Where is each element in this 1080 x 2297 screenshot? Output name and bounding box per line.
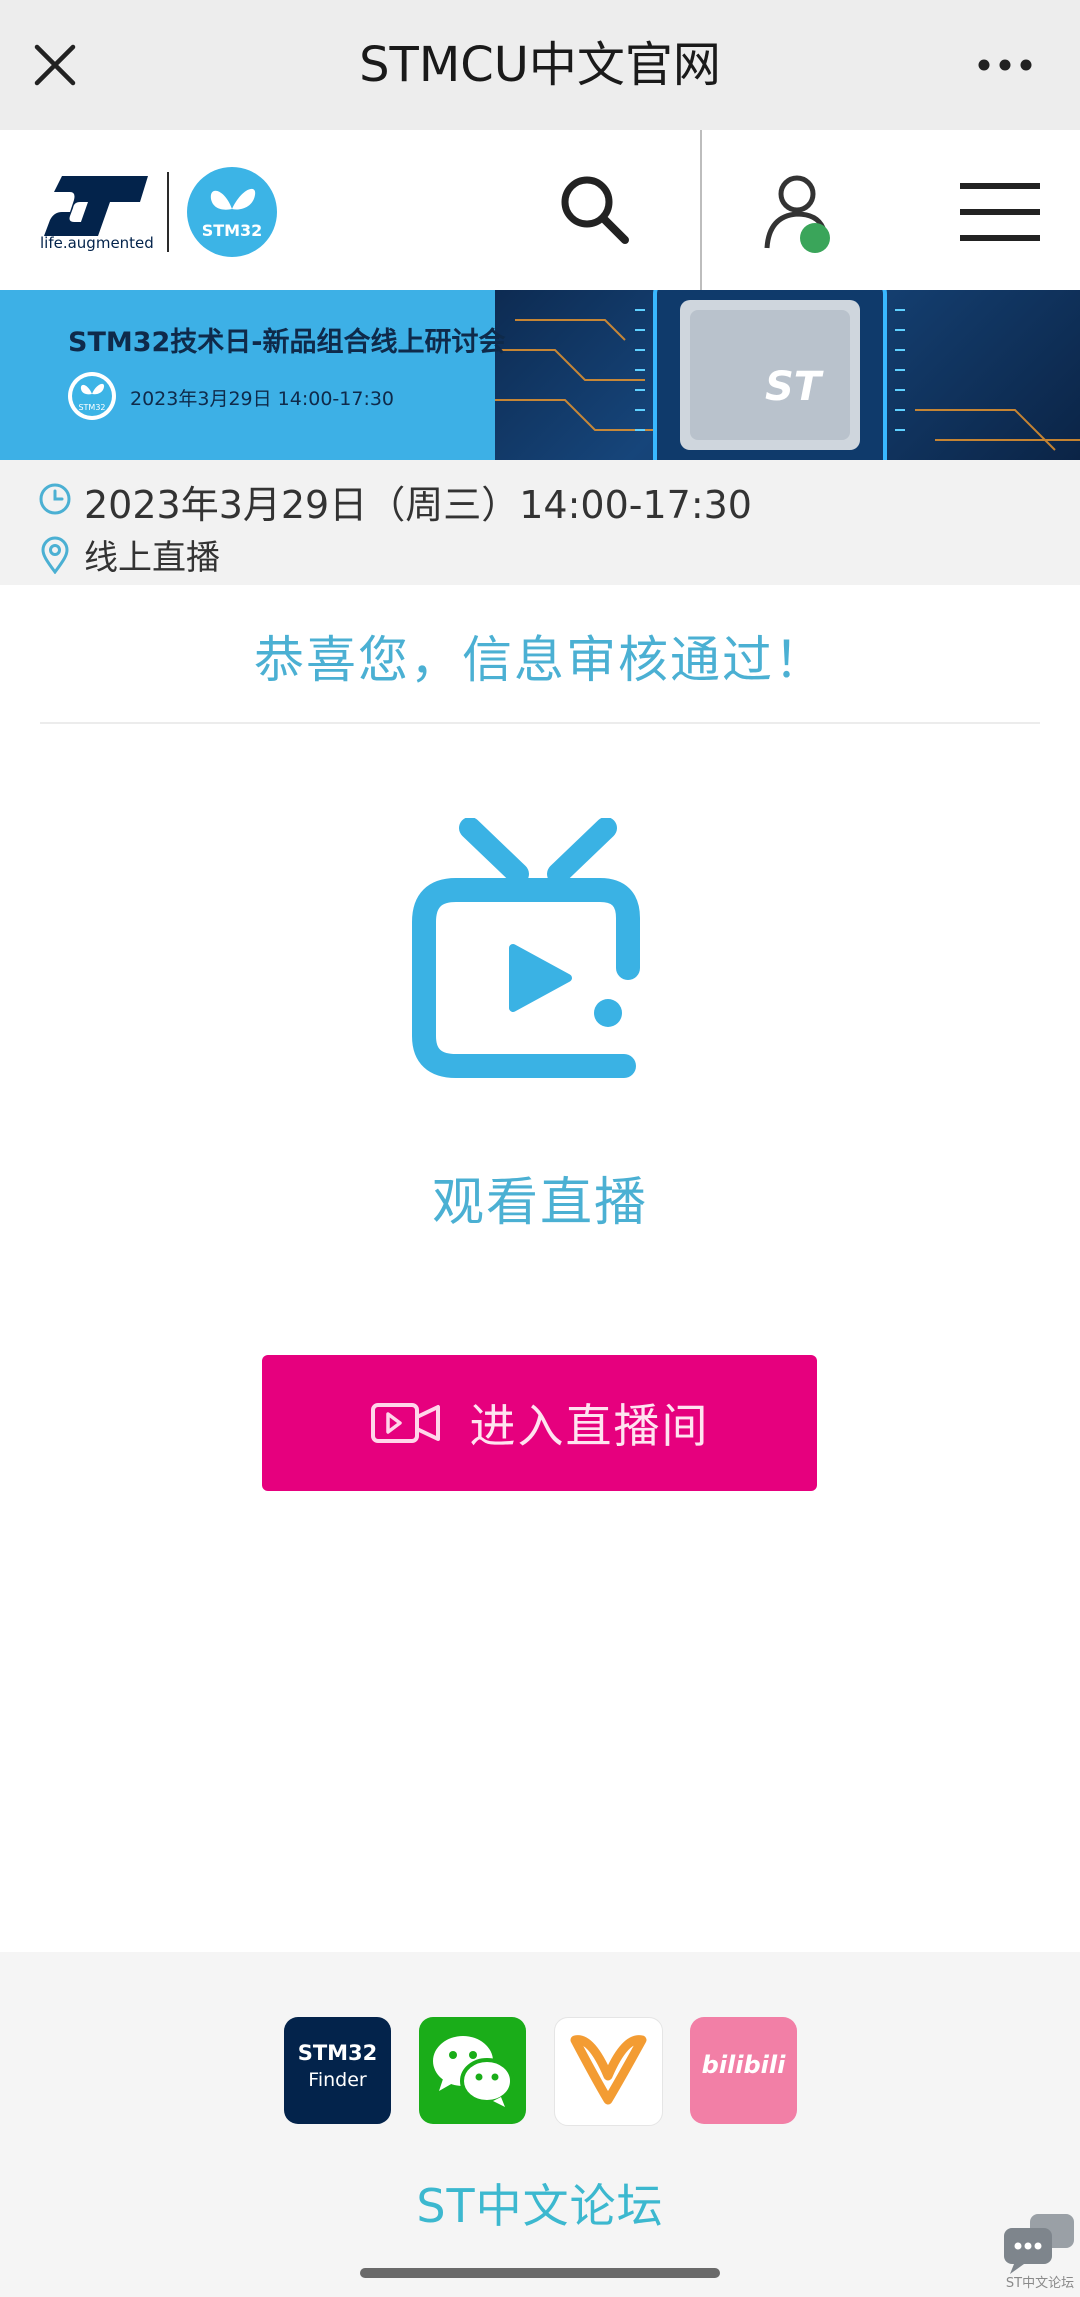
search-button[interactable] [555,170,635,250]
event-location: 线上直播 [84,538,220,578]
weibo-link[interactable] [554,2017,663,2126]
online-status-dot [800,223,830,253]
location-pin-icon [41,536,69,574]
butterfly-icon: STM32 [72,376,112,416]
approval-message: 恭喜您，信息审核通过！ [254,631,826,689]
butterfly-icon [210,188,256,210]
close-button[interactable] [20,25,90,105]
user-icon [764,175,830,253]
footer: STM32 Finder bilibili ST中文论坛 [0,1952,1080,2297]
forum-badge-label: ST中文论坛 [1005,2276,1075,2291]
event-time: 2023年3月29日（周三）14:00-17:30 [84,483,752,527]
user-button[interactable] [755,168,845,258]
search-icon [561,176,629,244]
watch-live-heading[interactable]: 观看直播 [0,1160,1080,1235]
divider [40,722,1040,724]
banner-date: 2023年3月29日 14:00-17:30 [130,388,395,410]
st-logo[interactable]: life.augmented [40,172,155,252]
forum-link[interactable]: ST中文论坛 [0,2170,1080,2236]
chip-logo-text: ST [765,364,824,410]
wechat-link[interactable] [419,2017,526,2124]
enter-live-room-label: 进入直播间 [469,1399,710,1453]
more-button[interactable] [960,30,1050,100]
wechat-top-bar: STMCU中文官网 [0,0,1080,130]
svg-text:STM32: STM32 [78,403,105,412]
banner-title: STM32技术日-新品组合线上研讨会 [68,327,506,358]
banner-stm32-badge: STM32 [68,372,116,420]
clock-icon [39,483,71,515]
stm32-finder-link[interactable]: STM32 Finder [284,2017,391,2124]
banner-chip-image: ST [495,290,1080,460]
live-tv-icon[interactable] [408,818,672,1083]
butterfly-logo-icon [570,2035,647,2105]
badge-text: STM32 [201,221,263,240]
stm32-badge: STM32 [187,167,277,257]
event-info: 2023年3月29日（周三）14:00-17:30 线上直播 [0,460,1080,585]
bilibili-link[interactable]: bilibili [690,2017,797,2124]
site-header: life.augmented STM32 [0,130,1080,291]
close-icon [34,44,76,86]
menu-button[interactable] [955,175,1045,250]
enter-live-room-button[interactable]: 进入直播间 [262,1355,817,1491]
home-indicator [360,2268,720,2278]
more-icon [978,59,1032,71]
video-camera-icon [370,1403,440,1443]
header-divider [700,130,702,290]
logo-tagline: life.augmented [40,234,154,252]
menu-icon [960,183,1040,241]
logo-divider [167,172,169,252]
event-banner[interactable]: ST STM32技术日-新品组合线上研讨会 STM32 2023年3月29日 1… [0,290,1080,460]
wechat-icon [433,2036,514,2107]
page-title: STMCU中文官网 [359,37,721,93]
